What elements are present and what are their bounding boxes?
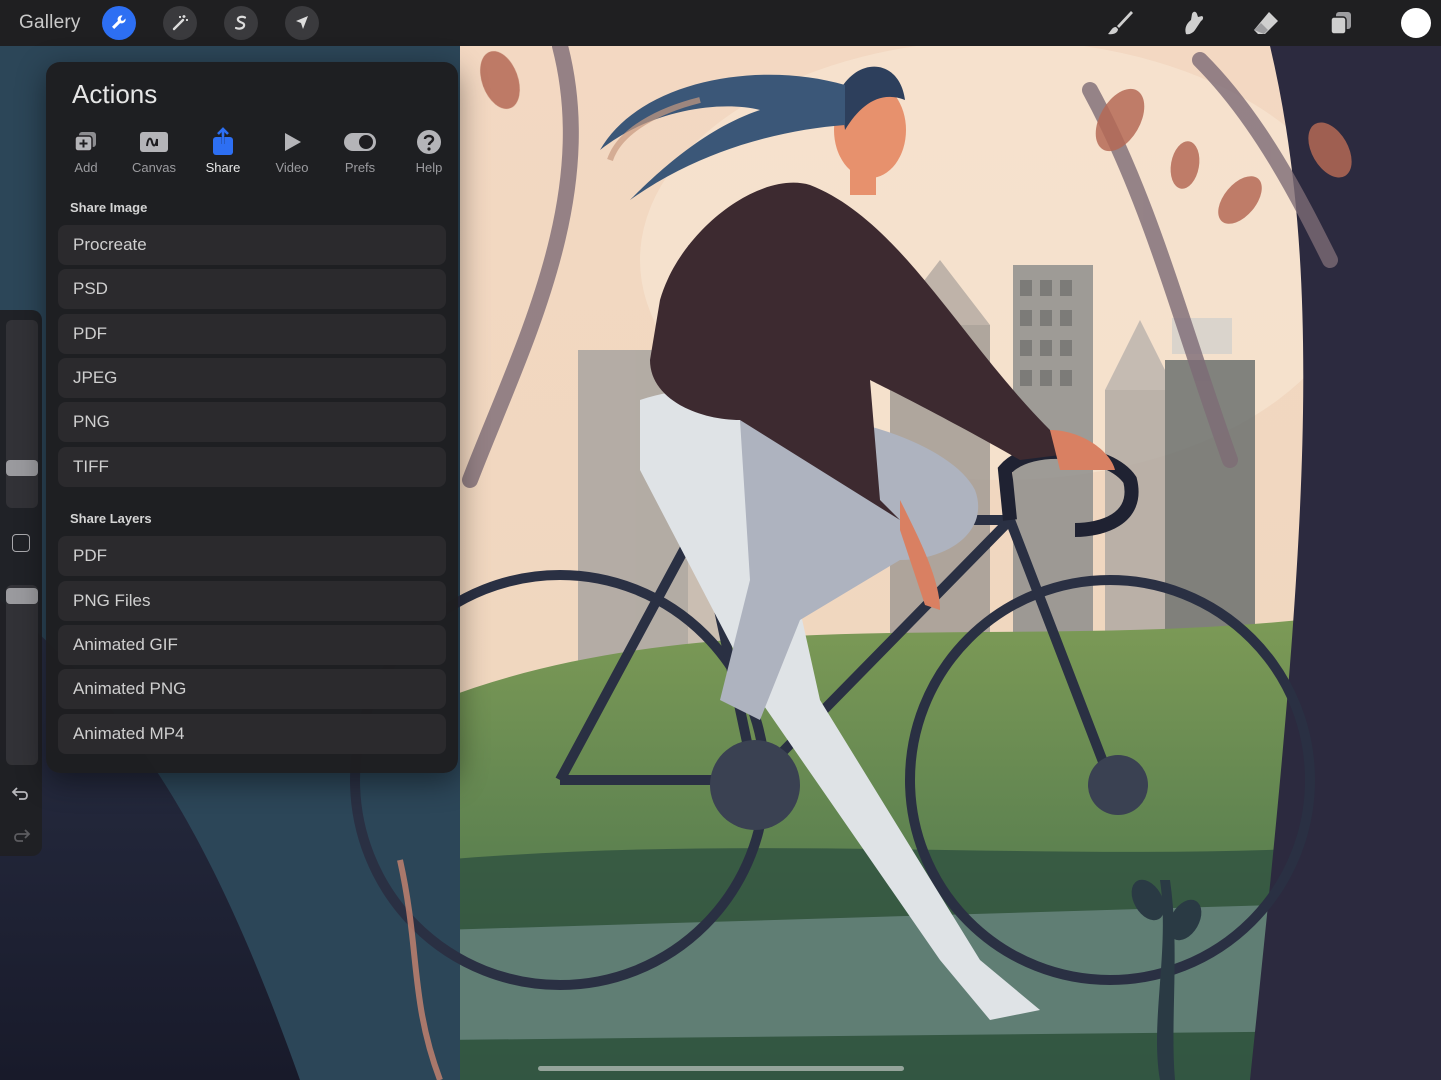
smudge-tool-button[interactable] xyxy=(1175,6,1211,40)
share-option-label: Animated MP4 xyxy=(73,724,185,743)
share-animated-png[interactable]: Animated PNG xyxy=(58,669,446,709)
toggle-icon xyxy=(344,133,376,151)
tab-help[interactable]: Help xyxy=(401,125,457,181)
share-image-heading: Share Image xyxy=(70,200,148,215)
home-indicator[interactable] xyxy=(538,1066,904,1071)
share-option-label: PDF xyxy=(73,546,107,565)
tab-prefs[interactable]: Prefs xyxy=(332,125,388,181)
adjustments-button[interactable] xyxy=(163,6,197,40)
actions-panel: Actions Add Canvas Share Video Prefs Hel… xyxy=(46,62,458,773)
share-pdf[interactable]: PDF xyxy=(58,314,446,354)
tab-video-label: Video xyxy=(275,160,309,175)
share-jpeg[interactable]: JPEG xyxy=(58,358,446,398)
tab-help-label: Help xyxy=(415,160,443,175)
magic-wand-icon xyxy=(172,15,188,31)
undo-button[interactable] xyxy=(9,783,33,805)
left-sidebar xyxy=(0,310,42,856)
layers-icon xyxy=(1330,12,1351,35)
selection-button[interactable] xyxy=(224,6,258,40)
brush-opacity-thumb[interactable] xyxy=(6,588,38,604)
arrow-cursor-icon xyxy=(296,16,308,29)
share-option-label: PSD xyxy=(73,279,108,298)
layers-button[interactable] xyxy=(1323,6,1359,40)
selection-s-icon xyxy=(234,15,247,30)
redo-button[interactable] xyxy=(9,825,33,847)
brush-opacity-slider[interactable] xyxy=(6,585,38,765)
gallery-button[interactable]: Gallery xyxy=(19,12,81,34)
share-option-label: Procreate xyxy=(73,235,147,254)
actions-wrench-button[interactable] xyxy=(102,6,136,40)
share-tiff[interactable]: TIFF xyxy=(58,447,446,487)
add-image-icon xyxy=(74,132,96,152)
share-layers-pdf[interactable]: PDF xyxy=(58,536,446,576)
share-animated-mp4[interactable]: Animated MP4 xyxy=(58,714,446,754)
smudge-icon xyxy=(1185,11,1204,35)
help-icon xyxy=(417,130,441,154)
eraser-tool-button[interactable] xyxy=(1248,6,1284,40)
eraser-icon xyxy=(1254,12,1278,34)
tab-add-label: Add xyxy=(74,160,98,175)
tab-canvas[interactable]: Canvas xyxy=(126,125,182,181)
share-png[interactable]: PNG xyxy=(58,402,446,442)
share-option-label: TIFF xyxy=(73,457,109,476)
brush-tool-button[interactable] xyxy=(1102,6,1138,40)
tab-prefs-label: Prefs xyxy=(344,160,376,175)
share-option-label: JPEG xyxy=(73,368,118,387)
share-option-label: PNG Files xyxy=(73,591,151,610)
share-layers-heading: Share Layers xyxy=(70,511,152,526)
panel-title: Actions xyxy=(72,79,158,109)
top-toolbar: Gallery xyxy=(0,0,1441,46)
tab-video[interactable]: Video xyxy=(264,125,320,181)
tab-canvas-label: Canvas xyxy=(131,160,177,175)
brush-icon xyxy=(1108,11,1133,35)
share-option-label: Animated GIF xyxy=(73,635,178,654)
modify-square-icon[interactable] xyxy=(12,534,30,552)
share-psd[interactable]: PSD xyxy=(58,269,446,309)
brush-size-slider[interactable] xyxy=(6,320,38,508)
wrench-icon xyxy=(112,15,126,29)
share-animated-gif[interactable]: Animated GIF xyxy=(58,625,446,665)
share-icon xyxy=(213,127,233,155)
color-picker-button[interactable] xyxy=(1401,8,1431,38)
brush-size-thumb[interactable] xyxy=(6,460,38,476)
share-option-label: Animated PNG xyxy=(73,679,187,698)
share-procreate[interactable]: Procreate xyxy=(58,225,446,265)
share-option-label: PDF xyxy=(73,324,107,343)
undo-icon xyxy=(11,787,28,800)
share-option-label: PNG xyxy=(73,412,110,431)
play-icon xyxy=(285,133,301,151)
share-png-files[interactable]: PNG Files xyxy=(58,581,446,621)
actions-tabs: Add Canvas Share Video Prefs Help xyxy=(58,125,446,181)
canvas-icon xyxy=(140,132,168,152)
tab-share-label: Share xyxy=(205,160,241,175)
tab-share[interactable]: Share xyxy=(195,125,251,181)
transform-button[interactable] xyxy=(285,6,319,40)
tab-add[interactable]: Add xyxy=(58,125,114,181)
redo-icon xyxy=(14,829,31,842)
